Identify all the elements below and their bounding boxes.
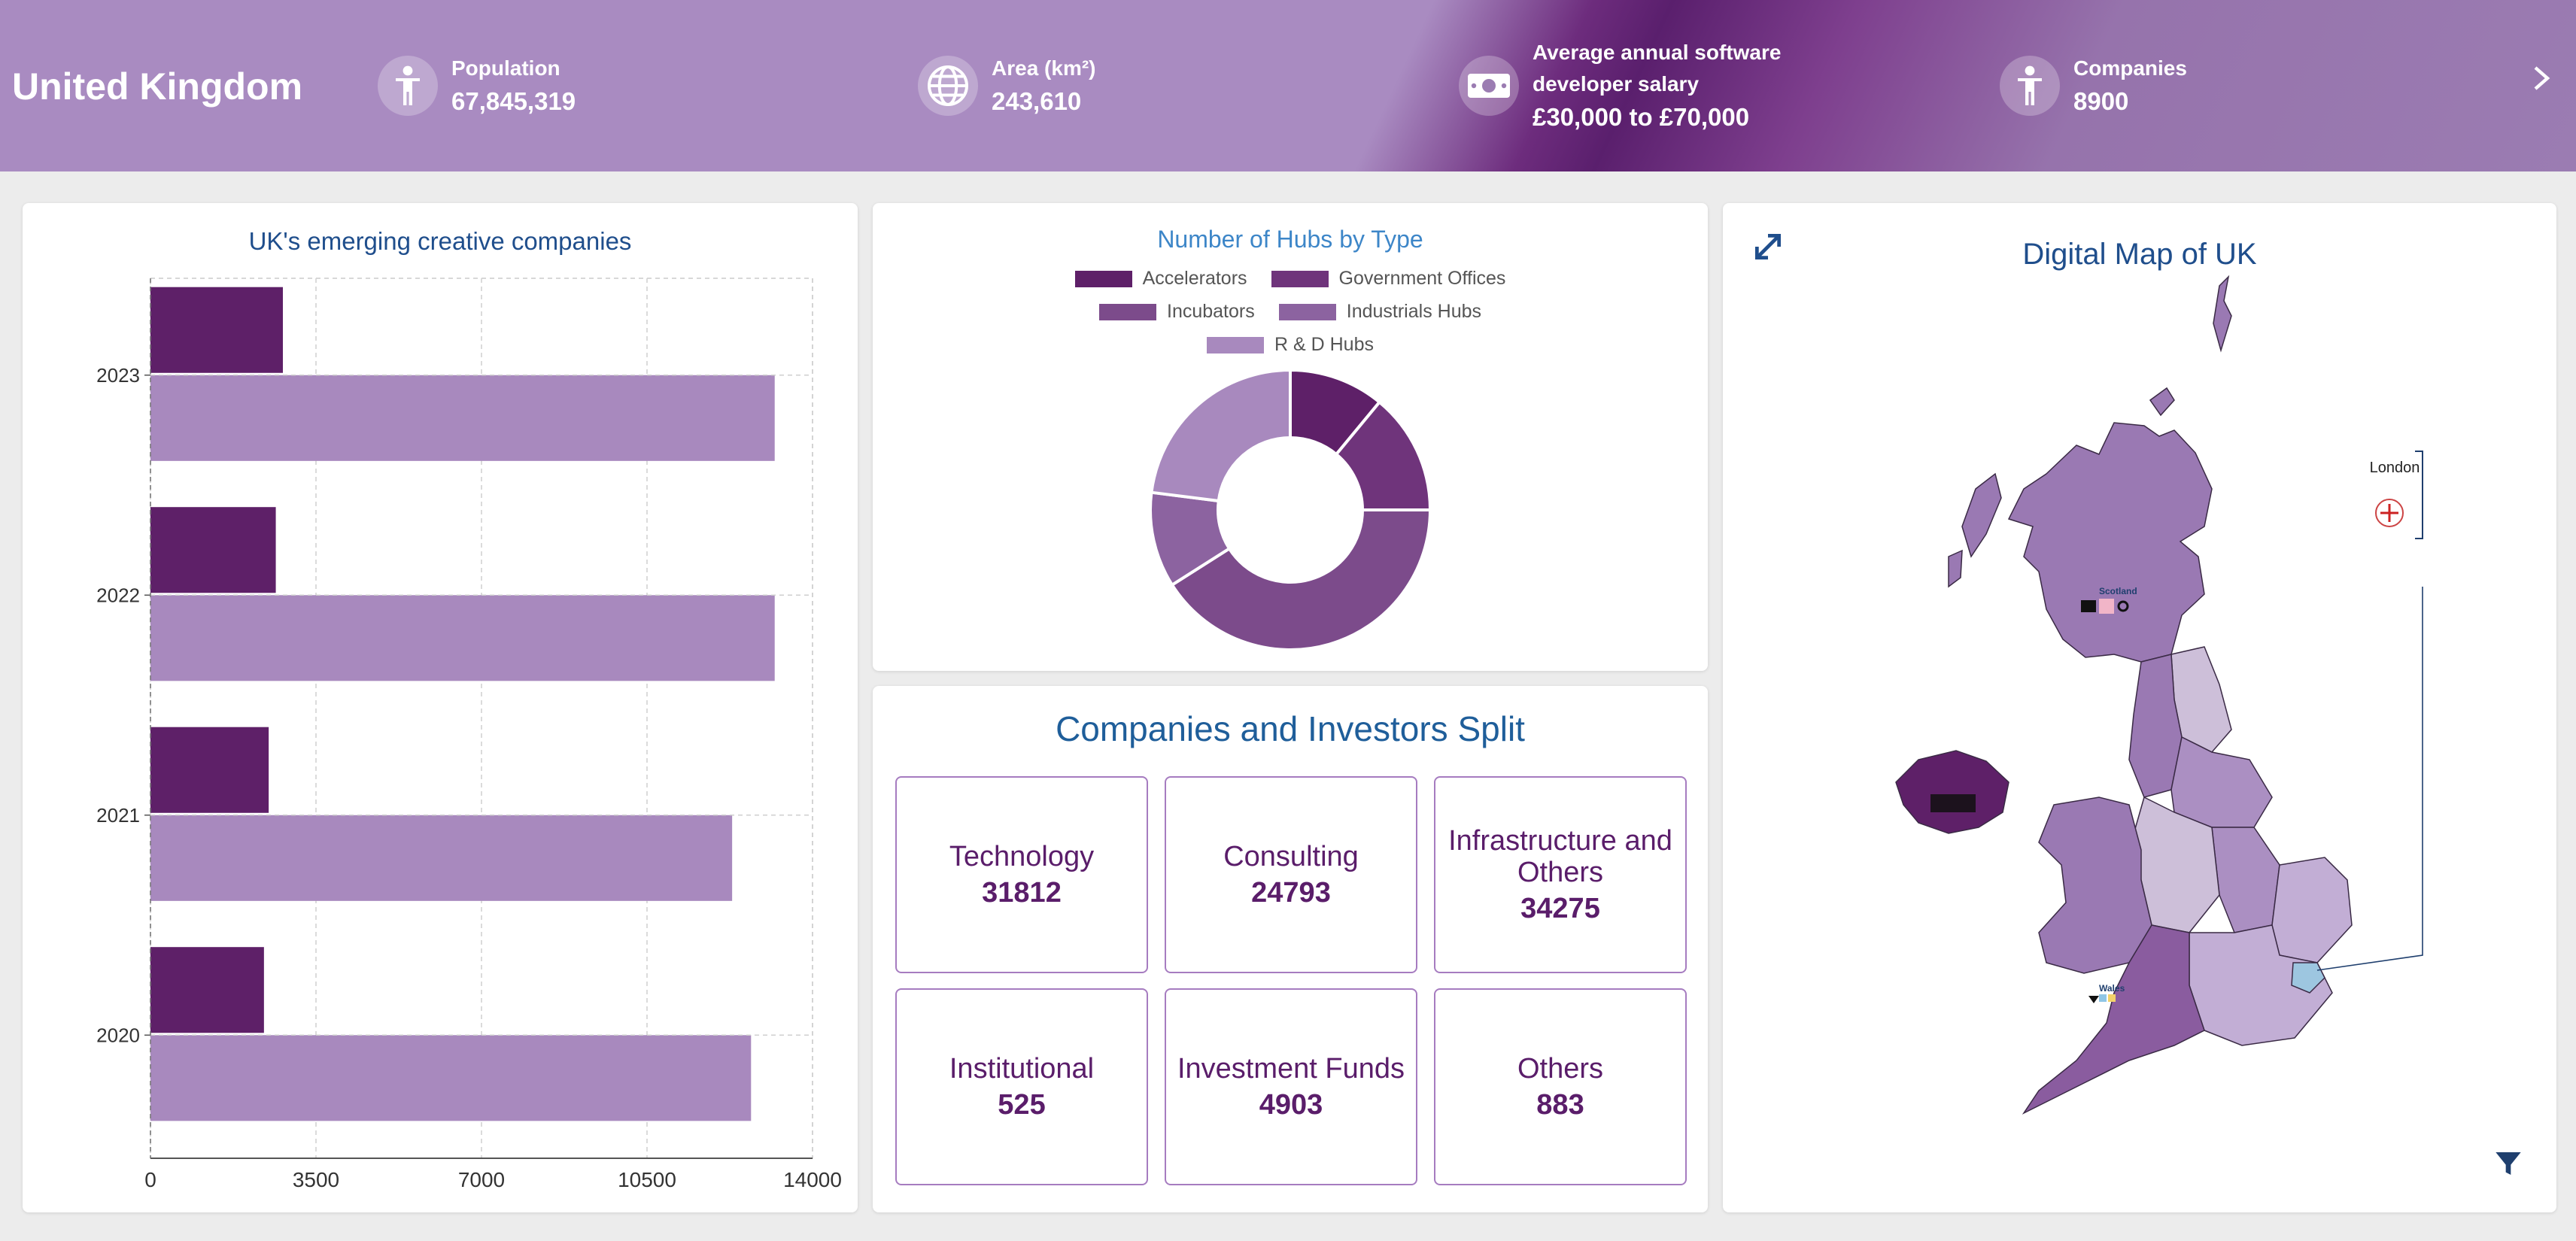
tile-infrastructure: Infrastructure and Others 34275 bbox=[1434, 776, 1687, 973]
kpi-label: Companies bbox=[2073, 56, 2187, 80]
tile-label: Others bbox=[1517, 1052, 1604, 1085]
northern-ireland-marker-icons bbox=[1930, 794, 1976, 812]
donut-chart bbox=[1149, 368, 1432, 651]
country-title: United Kingdom bbox=[12, 65, 303, 108]
y-tick-label: 2020 bbox=[96, 1024, 140, 1046]
x-tick-label: 10500 bbox=[618, 1168, 676, 1191]
kpi-label-line2: developer salary bbox=[1533, 72, 1700, 96]
east-midlands-region bbox=[2211, 827, 2280, 933]
kpi-label: Area (km²) bbox=[992, 56, 1096, 80]
tile-value: 883 bbox=[1536, 1088, 1584, 1121]
x-tick-label: 0 bbox=[144, 1168, 156, 1191]
split-title: Companies and Investors Split bbox=[1056, 709, 1525, 748]
scotland-region bbox=[2007, 422, 2213, 663]
tile-value: 24793 bbox=[1251, 876, 1331, 909]
kpi-label: Population bbox=[451, 56, 560, 80]
tile-consulting: Consulting 24793 bbox=[1165, 776, 1417, 973]
map-card: Digital Map of UK Scotland Wales London bbox=[1723, 203, 2556, 1212]
globe-icon bbox=[918, 56, 978, 116]
bar bbox=[150, 947, 264, 1033]
tile-value: 31812 bbox=[982, 876, 1062, 909]
orkney-region bbox=[2149, 387, 2175, 417]
east-region bbox=[2271, 857, 2353, 963]
donut-chart-card: Number of Hubs by Type Accelerators Gover… bbox=[873, 203, 1708, 671]
kpi-label-line1: Average annual software bbox=[1533, 41, 1782, 64]
kpi-value: 67,845,319 bbox=[451, 87, 576, 115]
kpi-area: Area (km²) 243,610 bbox=[918, 0, 1095, 171]
tile-label: Institutional bbox=[949, 1052, 1095, 1085]
bar bbox=[150, 507, 276, 593]
chevron-right-icon[interactable] bbox=[2532, 65, 2550, 99]
tile-label: Technology bbox=[949, 840, 1095, 872]
x-tick-label: 14000 bbox=[783, 1168, 842, 1191]
kpi-value: 243,610 bbox=[992, 87, 1082, 115]
person-icon bbox=[378, 56, 438, 116]
kpi-population: Population 67,845,319 bbox=[378, 0, 576, 171]
x-tick-label: 7000 bbox=[458, 1168, 505, 1191]
yorkshire-region bbox=[2170, 736, 2273, 828]
money-icon bbox=[1459, 56, 1519, 116]
hebrides-south bbox=[1948, 549, 1963, 588]
hebrides-region bbox=[1961, 472, 2002, 558]
bar bbox=[150, 287, 283, 373]
tile-label-line2: Others bbox=[1517, 856, 1604, 888]
split-card: Companies and Investors Split Technology… bbox=[873, 686, 1708, 1212]
bar bbox=[150, 815, 733, 901]
tile-value: 525 bbox=[998, 1088, 1046, 1121]
northern-ireland-region bbox=[1895, 750, 2009, 834]
london-crest-icon bbox=[2375, 499, 2404, 527]
bar bbox=[150, 375, 775, 461]
tile-label-line1: Infrastructure and bbox=[1448, 824, 1672, 857]
y-tick-label: 2021 bbox=[96, 804, 140, 827]
kpi-companies: Companies 8900 bbox=[2000, 0, 2187, 171]
tile-label: Consulting bbox=[1223, 840, 1359, 872]
tile-others: Others 883 bbox=[1434, 988, 1687, 1185]
wales-region bbox=[2038, 796, 2152, 974]
tile-value: 34275 bbox=[1520, 892, 1600, 924]
bar bbox=[150, 1035, 752, 1121]
wales-label: Wales bbox=[2099, 983, 2125, 994]
kpi-salary: Average annual software developer salary… bbox=[1459, 0, 1781, 171]
london-callout-label: London bbox=[2370, 460, 2420, 476]
uk-map: Scotland Wales London bbox=[1895, 275, 2423, 1115]
kpi-value: 8900 bbox=[2073, 87, 2129, 115]
bar-chart: 0 3500 7000 10500 14000 2023 2022 2021 2020 bbox=[96, 278, 842, 1191]
donut-slice bbox=[1150, 368, 1292, 503]
y-tick-label: 2022 bbox=[96, 584, 140, 606]
kpi-value: £30,000 to £70,000 bbox=[1533, 103, 1750, 131]
tile-institutional: Institutional 525 bbox=[895, 988, 1148, 1185]
tile-technology: Technology 31812 bbox=[895, 776, 1148, 973]
bar bbox=[150, 595, 775, 681]
tile-label: Investment Funds bbox=[1177, 1052, 1405, 1085]
tile-value: 4903 bbox=[1259, 1088, 1323, 1121]
header-bar: United Kingdom Population 67,845,319 Are… bbox=[0, 0, 2576, 171]
bar-chart-card: UK's emerging creative companies 0 3500 70… bbox=[23, 203, 858, 1212]
x-tick-label: 3500 bbox=[293, 1168, 339, 1191]
tile-investment-funds: Investment Funds 4903 bbox=[1165, 988, 1417, 1185]
y-tick-label: 2023 bbox=[96, 364, 140, 387]
bar bbox=[150, 727, 269, 813]
scotland-label: Scotland bbox=[2099, 586, 2137, 596]
person-icon bbox=[2000, 56, 2060, 116]
shetland-region bbox=[2213, 275, 2232, 353]
